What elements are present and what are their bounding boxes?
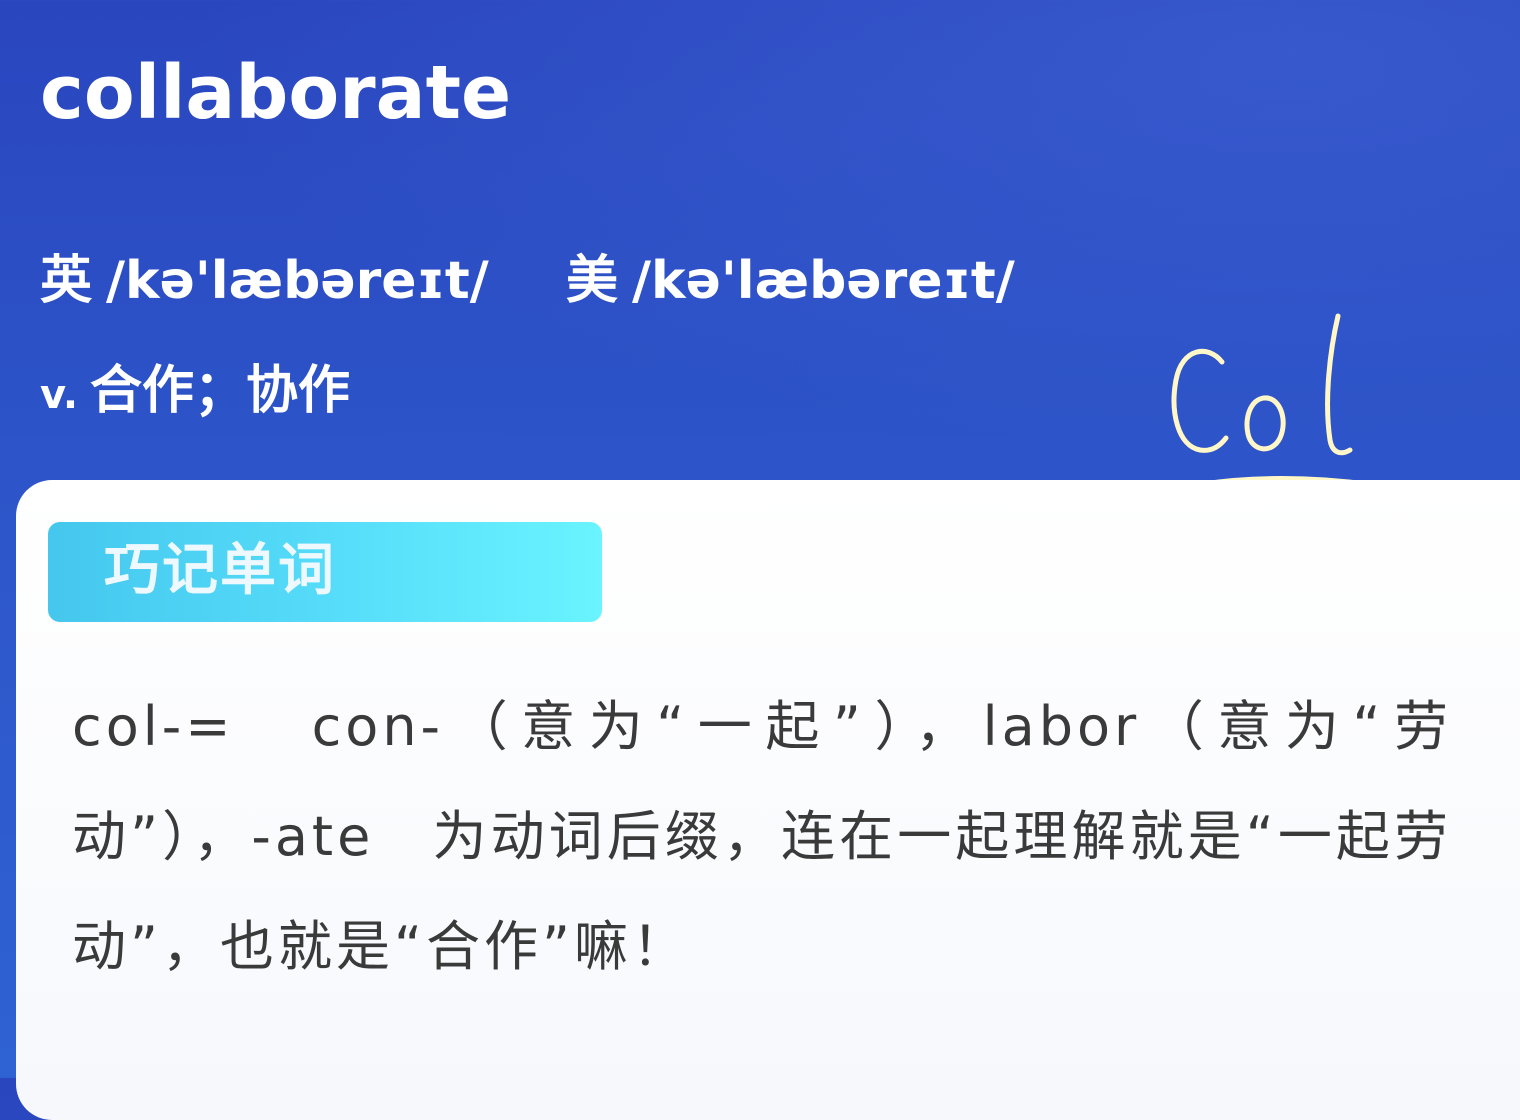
part-of-speech: v. — [40, 372, 79, 418]
us-phonetic: 美/kə'læbəreɪt/ — [566, 246, 1015, 316]
meaning: 合作；协作 — [90, 361, 351, 421]
word-title: collaborate — [40, 50, 512, 136]
uk-label: 英 — [40, 251, 93, 311]
uk-phonetic: 英/kə'læbəreɪt/ — [40, 246, 489, 316]
handwriting-c-stroke — [1171, 348, 1229, 453]
memory-card-title: 巧记单词 — [104, 538, 336, 603]
handwriting-o-stroke — [1244, 395, 1286, 452]
uk-phonetic-text: /kə'læbəreɪt/ — [106, 251, 489, 311]
handwriting-annotation — [1171, 313, 1372, 486]
us-phonetic-text: /kə'læbəreɪt/ — [632, 251, 1015, 311]
word-definition: v. 合作；协作 — [40, 356, 350, 430]
us-label: 美 — [566, 251, 619, 311]
handwriting-l-stroke — [1325, 313, 1353, 456]
memory-card-body: col-= con-（意为“一起”），labor（意为“劳动”），-ate 为动… — [72, 695, 1452, 978]
